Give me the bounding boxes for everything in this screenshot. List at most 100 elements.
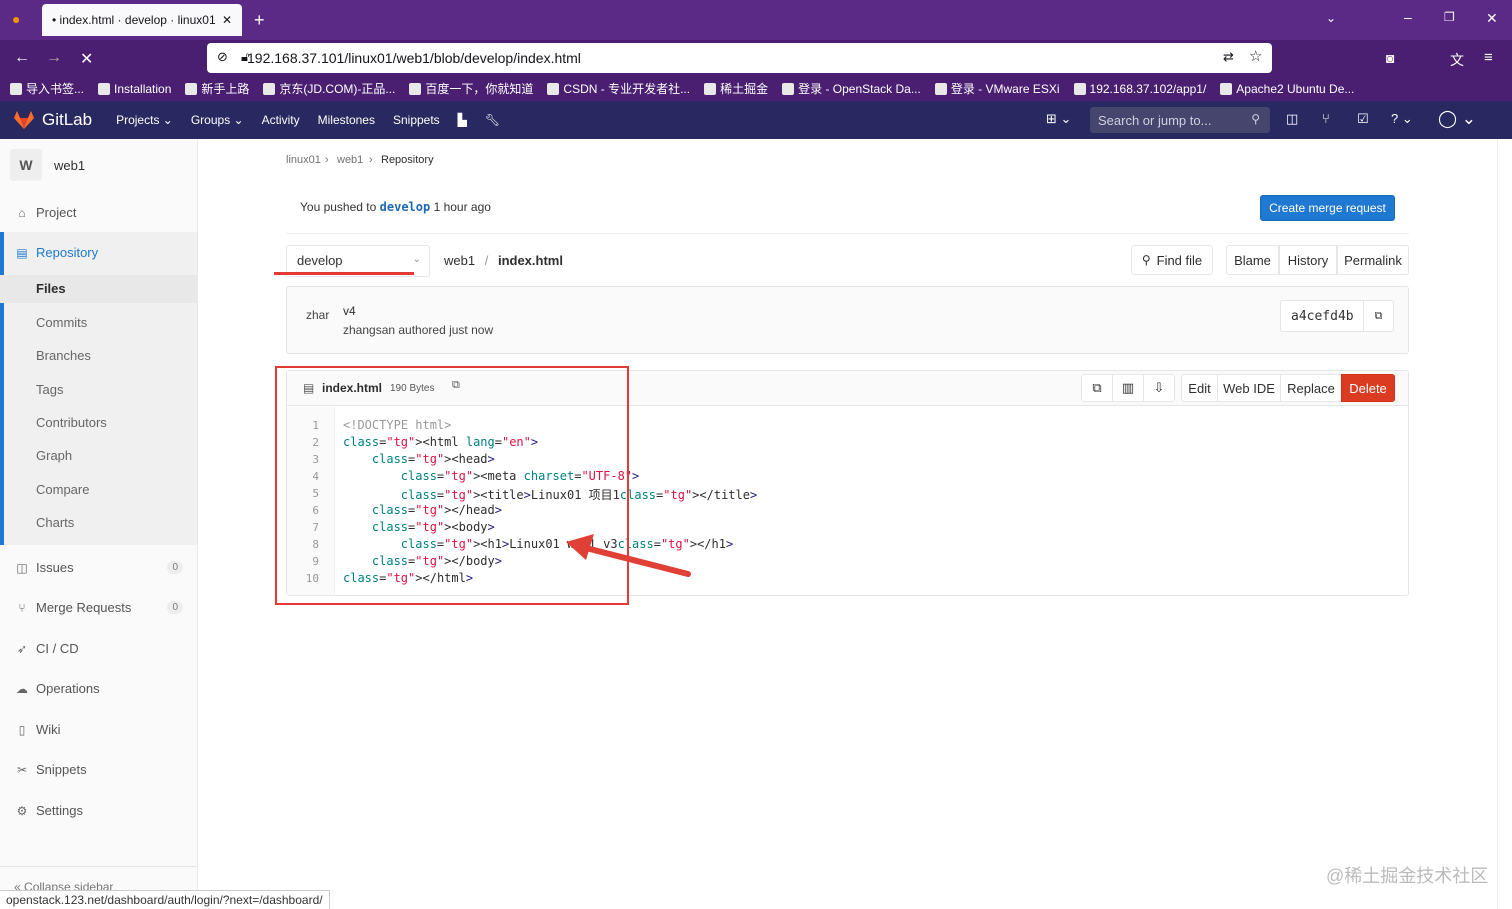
close-tab-icon[interactable]: ✕ [222, 13, 232, 27]
new-item-icon[interactable]: ⊞ ⌄ [1046, 111, 1071, 127]
issues-icon[interactable]: ◫ [1286, 111, 1298, 127]
sidebar-subitem-commits[interactable]: Commits [0, 315, 197, 330]
create-merge-request-button[interactable]: Create merge request [1260, 195, 1395, 221]
copy-sha-icon[interactable]: ⧉ [1363, 301, 1393, 331]
breadcrumb-group[interactable]: linux01 [286, 154, 321, 166]
sidebar-item-issues[interactable]: ◫ Issues 0 [0, 560, 197, 575]
url-text: 192.168.37.101/linux01/web1/blob/develop… [247, 50, 581, 66]
translate-ext-icon[interactable]: 文 [1450, 50, 1464, 70]
close-window-icon[interactable]: ✕ [1486, 10, 1498, 27]
nav-groups[interactable]: Groups ⌄ [191, 113, 244, 127]
bookmark-item[interactable]: 稀土掘金 [704, 80, 768, 97]
alert-prefix: You pushed to [300, 200, 377, 214]
gitlab-logo[interactable]: GitLab [14, 110, 92, 130]
sidebar-subitem-tags[interactable]: Tags [0, 382, 197, 397]
firefox-icon[interactable]: ● [12, 11, 20, 27]
copy-source-icon[interactable]: ⧉ [1081, 374, 1113, 402]
sidebar-item-label: Repository [36, 245, 99, 260]
vmware-icon [934, 82, 947, 95]
sidebar-subitem-graph[interactable]: Graph [0, 448, 197, 463]
sidebar-item-cicd[interactable]: ➶ CI / CD [0, 641, 197, 656]
bookmark-item[interactable]: 登录 - VMware ESXi [934, 80, 1060, 97]
merge-requests-icon[interactable]: ⑂ [1322, 111, 1330, 126]
history-button[interactable]: History [1279, 245, 1337, 275]
commit-sha[interactable]: a4cefd4b [1281, 309, 1363, 324]
sidebar-item-project[interactable]: ⌂ Project [0, 205, 197, 220]
project-header[interactable]: W web1 [0, 139, 197, 191]
permalink-button[interactable]: Permalink [1337, 245, 1409, 275]
sidebar-item-settings[interactable]: ⚙ Settings [0, 803, 197, 818]
page-scrollbar[interactable] [1497, 139, 1512, 909]
insecure-lock-icon[interactable]: 🔓︎ [241, 49, 249, 65]
z-icon [98, 82, 111, 95]
bookmark-item[interactable]: Installation [98, 82, 171, 96]
search-input[interactable]: Search or jump to... ⚲ [1090, 107, 1270, 133]
bookmark-item[interactable]: 京东(JD.COM)-正品... [263, 80, 395, 97]
minimize-icon[interactable]: – [1404, 9, 1412, 25]
chart-icon[interactable]: ▙ [458, 113, 467, 127]
bookmark-label: 登录 - VMware ESXi [950, 82, 1060, 96]
todos-icon[interactable]: ☑ [1357, 111, 1369, 127]
bookmark-star-icon[interactable]: ☆ [1249, 47, 1262, 65]
download-icon[interactable]: ⇩ [1143, 374, 1175, 402]
wrench-icon[interactable]: 🔧︎ [485, 113, 500, 127]
tab-list-icon[interactable]: ⌄ [1326, 11, 1336, 25]
breadcrumb-current[interactable]: Repository [381, 154, 434, 166]
nav-snippets[interactable]: Snippets [393, 113, 440, 127]
web-ide-button[interactable]: Web IDE [1217, 374, 1281, 402]
bookmark-item[interactable]: Apache2 Ubuntu De... [1220, 82, 1354, 96]
browser-tab[interactable]: • index.html · develop · linux01 ✕ [42, 4, 242, 36]
help-icon[interactable]: ? ⌄ [1391, 111, 1413, 127]
bookmarks-bar: 导入书签... Installation 新手上路 京东(JD.COM)-正品... 百… [0, 76, 1512, 101]
sidebar-item-repository[interactable]: ▤ Repository [0, 245, 197, 260]
alert-branch-link[interactable]: develop [380, 200, 431, 214]
push-alert: You pushed to develop 1 hour ago [300, 200, 491, 214]
bookmark-item[interactable]: 登录 - OpenStack Da... [782, 80, 921, 97]
nav-activity[interactable]: Activity [262, 113, 300, 127]
sidebar-item-wiki[interactable]: ▯ Wiki [0, 722, 197, 737]
tracking-shield-icon[interactable]: ⊘ [217, 49, 228, 65]
sidebar-item-operations[interactable]: ☁ Operations [0, 681, 197, 696]
sidebar-subitem-branches[interactable]: Branches [0, 348, 197, 363]
bookmark-item[interactable]: 导入书签... [10, 80, 84, 97]
commit-title[interactable]: v4 [343, 304, 356, 318]
sidebar-subitem-charts[interactable]: Charts [0, 515, 197, 530]
user-avatar-icon[interactable]: ◯ ⌄ [1438, 109, 1476, 129]
bookmark-item[interactable]: 192.168.37.102/app1/ [1073, 82, 1206, 96]
sidebar-item-merge-requests[interactable]: ⑂ Merge Requests 0 [0, 600, 197, 615]
replace-button[interactable]: Replace [1280, 374, 1342, 402]
raw-file-icon[interactable]: ▥ [1112, 374, 1144, 402]
openstack-icon [782, 82, 795, 95]
sidebar-item-label: Issues [36, 560, 74, 575]
gear-icon: ⚙ [16, 803, 28, 818]
bookmark-item[interactable]: 百度一下，你就知道 [409, 80, 533, 97]
bookmark-item[interactable]: CSDN - 专业开发者社... [547, 80, 690, 97]
delete-button[interactable]: Delete [1341, 374, 1395, 402]
new-tab-icon[interactable]: + [254, 10, 265, 31]
nav-milestones[interactable]: Milestones [318, 113, 375, 127]
path-root-link[interactable]: web1 [444, 253, 475, 268]
find-file-button[interactable]: ⚲ Find file [1131, 245, 1213, 275]
author-avatar[interactable]: zhar [306, 308, 329, 322]
sidebar-subitem-compare[interactable]: Compare [0, 482, 197, 497]
blame-button[interactable]: Blame [1226, 245, 1279, 275]
address-bar[interactable]: ⊘ 🔓︎ 192.168.37.101/linux01/web1/blob/de… [207, 43, 1272, 73]
pocket-icon[interactable]: ◙ [1386, 50, 1394, 66]
stop-icon[interactable]: ✕ [80, 49, 93, 69]
sidebar-subitem-files[interactable]: Files [0, 275, 197, 303]
import-icon [10, 82, 22, 95]
search-icon: ⚲ [1141, 253, 1151, 267]
breadcrumb-project[interactable]: web1 [337, 154, 363, 166]
bookmark-item[interactable]: 新手上路 [185, 80, 249, 97]
nav-projects[interactable]: Projects ⌄ [116, 113, 173, 127]
forward-icon[interactable]: → [46, 49, 62, 67]
sidebar-subitem-contributors[interactable]: Contributors [0, 415, 197, 430]
menu-icon[interactable]: ≡ [1484, 49, 1493, 66]
edit-button[interactable]: Edit [1181, 374, 1218, 402]
restore-icon[interactable]: ❐ [1444, 10, 1455, 24]
back-icon[interactable]: ← [14, 49, 30, 67]
sidebar-item-snippets[interactable]: ✂ Snippets [0, 762, 197, 777]
translate-icon[interactable]: ⇄ [1223, 49, 1234, 65]
project-sidebar: W web1 ⌂ Project ▤ Repository Files Commi… [0, 139, 198, 909]
sidebar-item-label: Merge Requests [36, 600, 132, 615]
